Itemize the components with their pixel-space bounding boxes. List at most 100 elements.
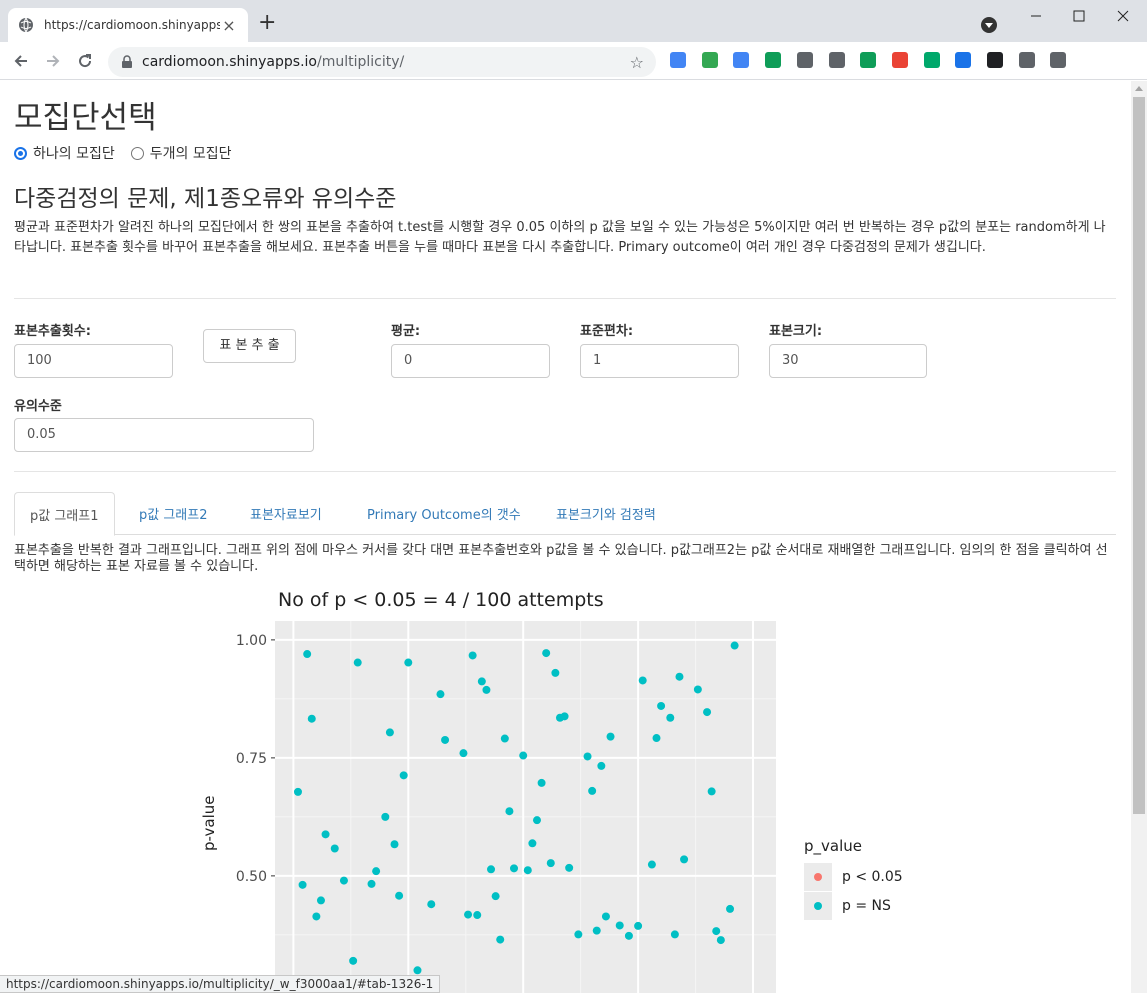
extension-icon[interactable] — [733, 52, 750, 68]
data-point[interactable] — [298, 880, 307, 889]
reload-icon[interactable] — [74, 50, 96, 72]
data-point[interactable] — [693, 685, 702, 694]
data-point[interactable] — [666, 713, 675, 722]
data-point[interactable] — [670, 930, 679, 939]
extension-icon[interactable] — [828, 52, 845, 68]
sample-button[interactable]: 표 본 추 출 — [203, 329, 296, 363]
data-point[interactable] — [349, 956, 358, 965]
data-point[interactable] — [395, 891, 404, 900]
size-input[interactable]: 30 — [769, 344, 927, 378]
data-point[interactable] — [657, 701, 666, 710]
data-point[interactable] — [473, 911, 482, 920]
data-point[interactable] — [330, 844, 339, 853]
data-point[interactable] — [652, 734, 661, 743]
window-close-icon[interactable] — [1113, 6, 1133, 26]
tab-sample-data[interactable]: 표본자료보기 — [235, 492, 337, 535]
extension-icon[interactable] — [670, 52, 686, 68]
radio-dot[interactable] — [130, 146, 144, 160]
data-point[interactable] — [464, 910, 473, 919]
extension-icon[interactable] — [923, 52, 940, 68]
data-point[interactable] — [615, 921, 624, 930]
data-point[interactable] — [316, 896, 325, 905]
data-point[interactable] — [546, 859, 555, 868]
data-point[interactable] — [583, 752, 592, 761]
pvalue-scatter-plot[interactable]: 1.00 0.75 0.50 — [220, 621, 780, 993]
radio-one-population[interactable]: 하나의 모집단 — [14, 143, 115, 163]
data-point[interactable] — [500, 734, 509, 743]
extension-icon[interactable] — [955, 52, 972, 68]
data-point[interactable] — [712, 927, 721, 936]
scroll-thumb[interactable] — [1133, 97, 1145, 814]
extension-icon[interactable] — [796, 52, 813, 68]
tab-pvalue-graph-2[interactable]: p값 그래프2 — [124, 492, 223, 535]
data-point[interactable] — [293, 787, 302, 796]
extension-icon[interactable] — [1050, 52, 1067, 68]
data-point[interactable] — [436, 690, 445, 699]
data-point[interactable] — [680, 855, 689, 864]
data-point[interactable] — [574, 930, 583, 939]
data-point[interactable] — [726, 904, 735, 913]
mean-input[interactable]: 0 — [391, 344, 550, 378]
data-point[interactable] — [372, 867, 381, 876]
extension-icon[interactable] — [765, 52, 782, 68]
data-point[interactable] — [519, 751, 528, 760]
data-point[interactable] — [565, 863, 574, 872]
radio-two-populations[interactable]: 두개의 모집단 — [130, 143, 231, 163]
data-point[interactable] — [597, 761, 606, 770]
data-point[interactable] — [510, 864, 519, 873]
data-point[interactable] — [390, 840, 399, 849]
data-point[interactable] — [381, 812, 390, 821]
extension-icon[interactable] — [860, 52, 877, 68]
browser-tab[interactable]: https://cardiomoon.shinyapps.io × — [8, 8, 248, 42]
data-point[interactable] — [468, 651, 477, 660]
data-point[interactable] — [638, 676, 647, 685]
data-point[interactable] — [505, 807, 514, 816]
tab-sample-size-power[interactable]: 표본크기와 검정력 — [541, 492, 671, 535]
data-point[interactable] — [551, 668, 560, 677]
data-point[interactable] — [675, 672, 684, 681]
data-point[interactable] — [624, 931, 633, 940]
data-point[interactable] — [321, 830, 330, 839]
data-point[interactable] — [487, 865, 496, 874]
data-point[interactable] — [542, 649, 551, 658]
data-point[interactable] — [353, 658, 362, 667]
bookmark-star-icon[interactable]: ☆ — [630, 53, 644, 72]
new-tab-button[interactable]: + — [258, 12, 276, 34]
maximize-icon[interactable] — [1069, 6, 1089, 26]
data-point[interactable] — [303, 650, 312, 659]
data-point[interactable] — [588, 786, 597, 795]
data-point[interactable] — [385, 728, 394, 737]
data-point[interactable] — [477, 677, 486, 686]
data-point[interactable] — [482, 685, 491, 694]
tab-pvalue-graph-1[interactable]: p값 그래프1 — [14, 492, 115, 536]
data-point[interactable] — [367, 879, 376, 888]
extension-icon[interactable] — [1018, 52, 1035, 68]
data-point[interactable] — [707, 787, 716, 796]
extension-icon[interactable] — [891, 52, 908, 68]
data-point[interactable] — [716, 936, 725, 945]
close-icon[interactable]: × — [220, 16, 238, 35]
data-point[interactable] — [532, 816, 541, 825]
radio-dot-checked[interactable] — [14, 146, 27, 160]
data-point[interactable] — [523, 866, 532, 875]
scroll-up-icon[interactable] — [1135, 86, 1143, 91]
sd-input[interactable]: 1 — [580, 344, 739, 378]
repeats-input[interactable]: 100 — [14, 344, 173, 378]
data-point[interactable] — [404, 658, 413, 667]
data-point[interactable] — [703, 708, 712, 717]
data-point[interactable] — [312, 912, 321, 921]
data-point[interactable] — [601, 912, 610, 921]
address-bar[interactable]: cardiomoon.shinyapps.io/multiplicity/ ☆ — [108, 47, 656, 77]
extension-icon[interactable] — [701, 52, 718, 68]
data-point[interactable] — [537, 778, 546, 787]
tab-primary-outcome-count[interactable]: Primary Outcome의 갯수 — [352, 492, 536, 535]
data-point[interactable] — [307, 714, 316, 723]
data-point[interactable] — [399, 771, 408, 780]
data-point[interactable] — [647, 860, 656, 869]
forward-arrow-icon[interactable] — [42, 50, 64, 72]
data-point[interactable] — [427, 900, 436, 909]
data-point[interactable] — [413, 966, 422, 975]
data-point[interactable] — [496, 935, 505, 944]
data-point[interactable] — [441, 735, 450, 744]
data-point[interactable] — [634, 921, 643, 930]
